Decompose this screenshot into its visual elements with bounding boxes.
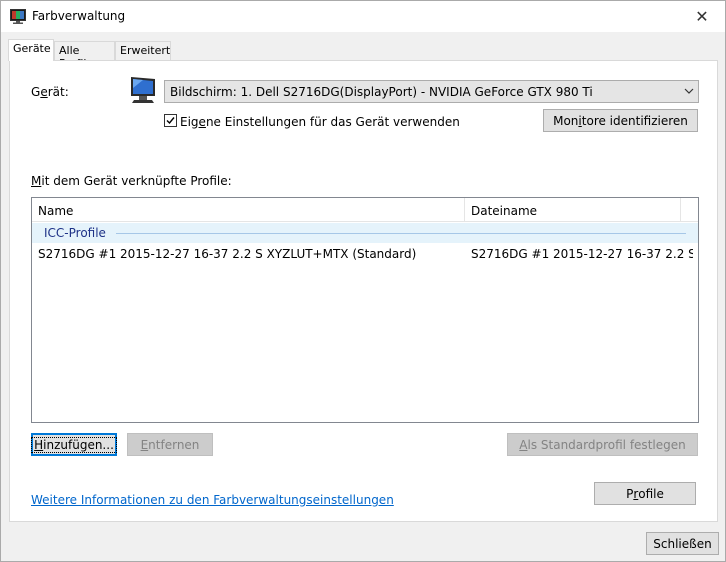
profile-filename-cell: S2716DG #1 2015-12-27 16-37 2.2 S X...	[471, 247, 693, 261]
profiles-button[interactable]: Pr ofile	[594, 482, 696, 505]
monitor-icon	[128, 74, 160, 106]
table-row[interactable]: S2716DG #1 2015-12-27 16-37 2.2 S XYZLUT…	[32, 244, 698, 264]
profiles-list[interactable]: Name Dateiname ICC-Profile S2716DG #1 20…	[31, 197, 699, 423]
profiles-list-header: Name Dateiname	[32, 198, 698, 222]
window-close-button[interactable]: ✕	[679, 1, 725, 31]
tab-geraete-label: Geräte	[13, 42, 51, 55]
identify-monitors-button[interactable]: Mon i tore identifizieren	[543, 109, 698, 132]
remove-profile-button[interactable]: Entfernen	[127, 433, 213, 456]
chevron-down-icon	[684, 85, 694, 95]
tab-alle-profile[interactable]: Alle Profile	[54, 41, 115, 70]
device-select-value: Bildschirm: 1. Dell S2716DG(DisplayPort)…	[170, 85, 593, 99]
window-title: Farbverwaltung	[32, 9, 126, 23]
tab-erweitert-label: Erweitert	[120, 44, 171, 57]
checkmark-icon	[166, 117, 175, 125]
group-header-divider	[116, 233, 686, 234]
more-info-link[interactable]: Weitere Informationen zu den Farbverwalt…	[31, 493, 394, 507]
tab-panel-geraete: Gerät: Bildschirm: 1. Dell S2716DG(Displ…	[9, 60, 718, 522]
color-management-app-icon	[10, 9, 26, 24]
color-management-window: Farbverwaltung ✕ Geräte Alle Profile Erw…	[0, 0, 726, 562]
set-default-profile-button[interactable]: Als Standardprofil festlegen	[507, 433, 698, 456]
associated-profiles-label: Mit dem Gerät verknüpfte Profile:	[31, 174, 232, 188]
device-label: Gerät:	[31, 85, 69, 99]
title-bar: Farbverwaltung ✕	[1, 1, 725, 32]
close-icon: ✕	[695, 6, 709, 26]
close-button[interactable]: Schließen	[646, 532, 719, 555]
group-header-label: ICC-Profile	[44, 226, 106, 240]
tab-geraete[interactable]: Geräte	[8, 39, 54, 61]
device-select[interactable]: Bildschirm: 1. Dell S2716DG(DisplayPort)…	[164, 80, 699, 103]
column-header-filename[interactable]: Dateiname	[465, 198, 681, 222]
use-device-settings-checkbox[interactable]	[164, 114, 177, 127]
group-header-icc-profile[interactable]: ICC-Profile	[32, 223, 698, 243]
profile-name-cell: S2716DG #1 2015-12-27 16-37 2.2 S XYZLUT…	[38, 247, 417, 261]
tab-erweitert[interactable]: Erweitert	[115, 41, 171, 60]
add-profile-button[interactable]: Hinzufügen...	[31, 433, 117, 456]
column-header-name[interactable]: Name	[32, 198, 465, 222]
use-device-settings-label[interactable]: Eigene Einstellungen für das Gerät verwe…	[180, 115, 460, 129]
